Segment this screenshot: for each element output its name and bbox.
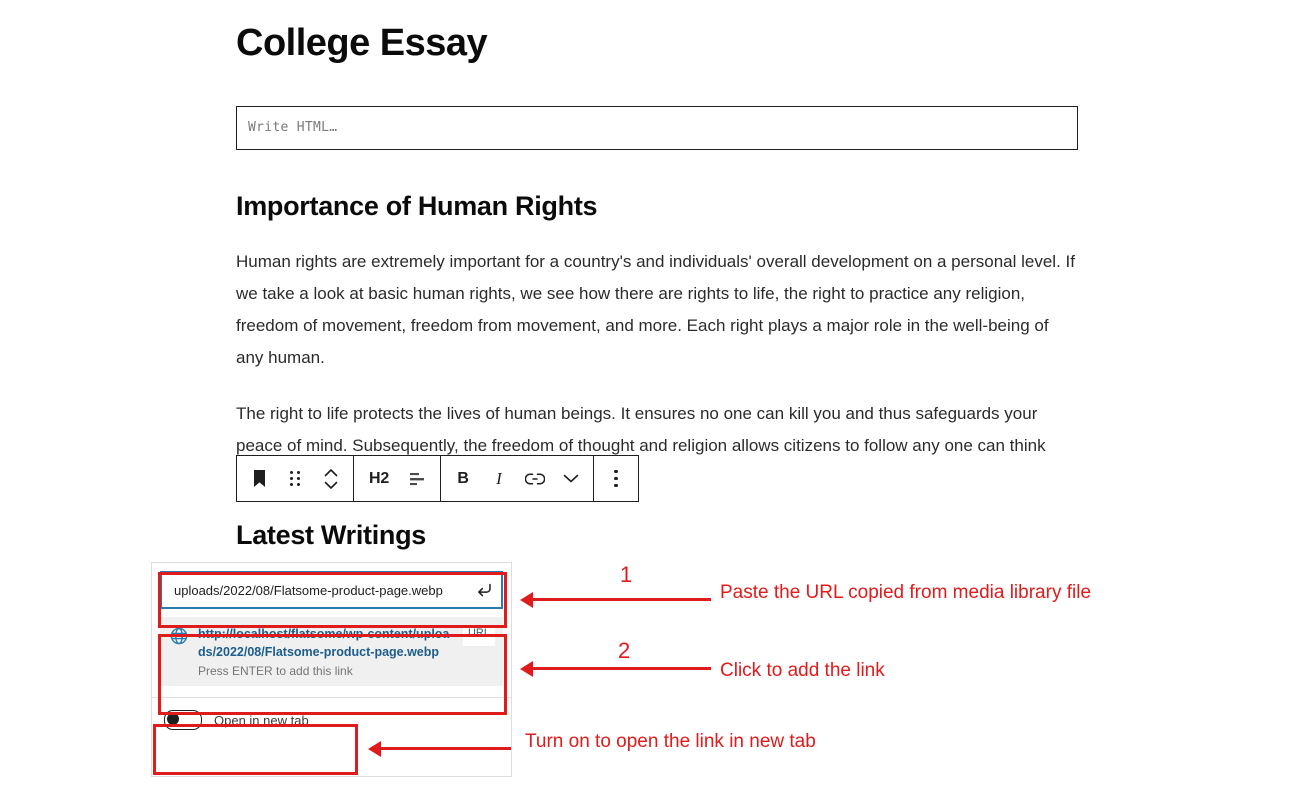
open-in-new-tab-row[interactable]: Open in new tab — [152, 698, 511, 730]
paragraph-block-icon[interactable] — [241, 456, 277, 501]
annotation-arrow-head-3 — [368, 741, 381, 757]
link-suggestion-hint: Press ENTER to add this link — [198, 664, 353, 678]
move-up-down-icon[interactable] — [313, 456, 349, 501]
link-suggestion-badge: URL — [462, 625, 495, 646]
paragraph-1[interactable]: Human rights are extremely important for… — [236, 246, 1078, 374]
italic-button[interactable]: I — [481, 456, 517, 501]
annotation-arrow-head-1 — [520, 592, 533, 608]
open-in-new-tab-label: Open in new tab — [214, 712, 309, 728]
link-icon[interactable] — [517, 456, 553, 501]
toggle-knob — [166, 712, 179, 725]
options-menu-icon[interactable] — [598, 456, 634, 501]
annotation-text-2: Click to add the link — [720, 660, 885, 681]
italic-label: I — [496, 468, 502, 488]
bold-label: B — [457, 469, 469, 487]
bold-button[interactable]: B — [445, 456, 481, 501]
heading-latest-writings[interactable]: Latest Writings — [236, 520, 1078, 551]
annotation-arrow-head-2 — [520, 661, 533, 677]
annotation-text-1: Paste the URL copied from media library … — [720, 582, 1092, 603]
annotation-number-2: 2 — [618, 638, 631, 663]
open-in-new-tab-toggle[interactable] — [164, 710, 202, 730]
toolbar-group-inline: B I — [441, 456, 594, 501]
toolbar-group-options — [594, 456, 638, 501]
page-title: College Essay — [236, 22, 488, 64]
annotation-text-3: Turn on to open the link in new tab — [525, 731, 816, 752]
heading-importance-of-human-rights[interactable]: Importance of Human Rights — [236, 191, 1078, 222]
html-block-input[interactable]: Write HTML… — [236, 105, 1078, 150]
annotation-arrow-line-1 — [533, 598, 711, 601]
link-suggestion-body: http://localhost/flatsome/wp-content/upl… — [192, 625, 457, 678]
link-popover-top: uploads/2022/08/Flatsome-product-page.we… — [152, 563, 511, 609]
block-toolbar[interactable]: H2 B I — [236, 455, 639, 502]
link-suggestion-item[interactable]: http://localhost/flatsome/wp-content/upl… — [160, 617, 503, 686]
enter-arrow-icon[interactable] — [473, 579, 495, 601]
link-popover: uploads/2022/08/Flatsome-product-page.we… — [151, 562, 512, 777]
link-suggestion-url: http://localhost/flatsome/wp-content/upl… — [198, 627, 450, 659]
annotation-arrow-line-3 — [381, 747, 511, 750]
toolbar-group-format-block: H2 — [354, 456, 441, 501]
html-block-placeholder: Write HTML… — [248, 120, 338, 136]
globe-icon — [170, 625, 192, 678]
url-input[interactable]: uploads/2022/08/Flatsome-product-page.we… — [160, 571, 503, 609]
heading-level-label: H2 — [368, 469, 390, 487]
annotation-number-1: 1 — [620, 562, 633, 587]
toolbar-group-block — [237, 456, 354, 501]
align-left-icon[interactable] — [400, 456, 436, 501]
heading-level-button[interactable]: H2 — [358, 456, 400, 501]
chevron-down-icon[interactable] — [553, 456, 589, 501]
drag-handle-icon[interactable] — [277, 456, 313, 501]
annotation-arrow-line-2 — [533, 667, 711, 670]
url-input-value: uploads/2022/08/Flatsome-product-page.we… — [174, 582, 443, 598]
